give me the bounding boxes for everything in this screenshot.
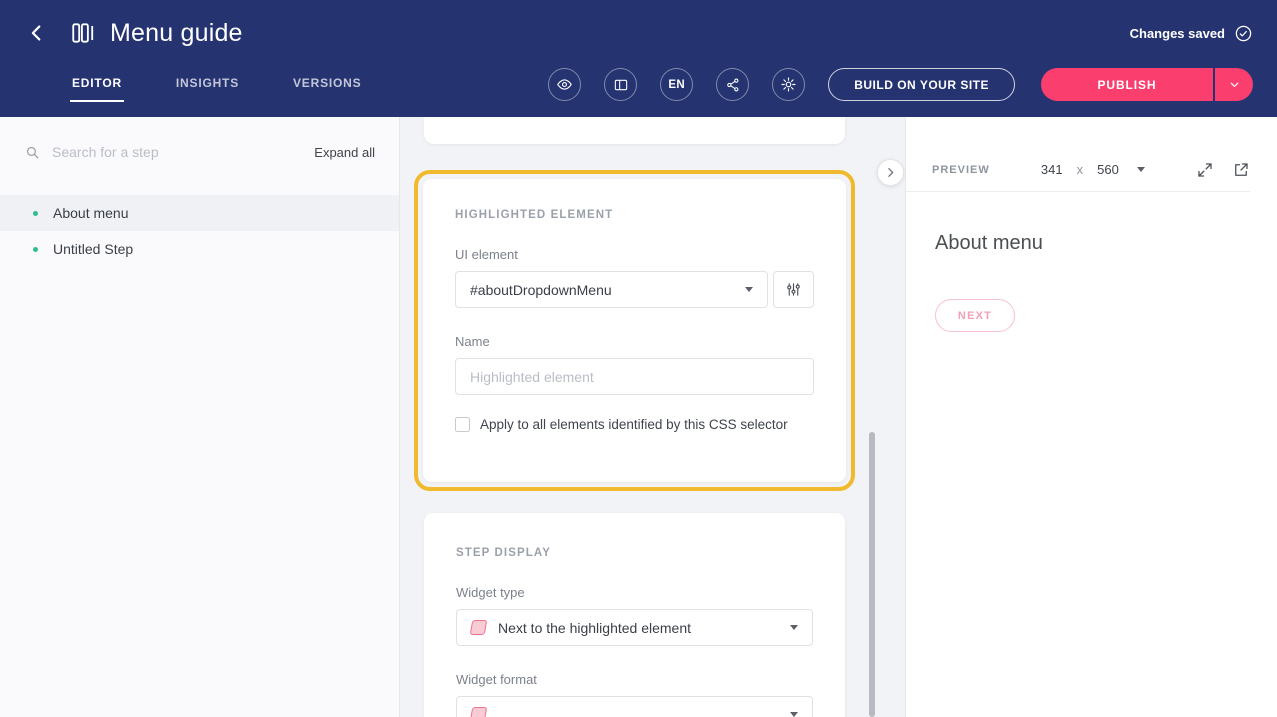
chevron-down-icon <box>790 712 798 717</box>
tab-versions[interactable]: VERSIONS <box>291 68 363 102</box>
layout-icon <box>613 77 629 93</box>
widget-type-label: Widget type <box>456 585 813 600</box>
header-toolbar-row: EDITOR INSIGHTS VERSIONS EN <box>0 52 1277 117</box>
step-item-about-menu[interactable]: About menu <box>0 195 399 231</box>
chevron-down-icon <box>1137 167 1145 172</box>
back-button[interactable] <box>24 20 50 46</box>
apply-all-label: Apply to all elements identified by this… <box>480 417 788 432</box>
step-list: About menu Untitled Step <box>0 195 399 267</box>
ui-element-value: #aboutDropdownMenu <box>470 282 733 298</box>
top-header: Menu guide Changes saved EDITOR INSIGHTS… <box>0 0 1277 117</box>
header-icon-buttons: EN <box>548 68 805 101</box>
language-button[interactable]: EN <box>660 68 693 101</box>
chevron-down-icon <box>745 287 753 292</box>
changes-saved-status: Changes saved <box>1130 24 1253 43</box>
guide-type-icon <box>70 20 96 46</box>
apply-all-row: Apply to all elements identified by this… <box>455 417 814 432</box>
expand-all-link[interactable]: Expand all <box>314 145 375 160</box>
step-display-card: STEP DISPLAY Widget type Next to the hig… <box>424 513 845 717</box>
apply-all-checkbox[interactable] <box>455 417 470 432</box>
preview-toolbar: PREVIEW 341 x 560 <box>906 148 1250 192</box>
check-circle-icon <box>1234 24 1253 43</box>
step-item-untitled[interactable]: Untitled Step <box>0 231 399 267</box>
publish-dropdown-button[interactable] <box>1215 68 1253 101</box>
preview-size-selector[interactable]: 341 x 560 <box>1041 162 1145 177</box>
chevron-down-icon <box>790 625 798 630</box>
header-tabs: EDITOR INSIGHTS VERSIONS <box>70 68 363 102</box>
preview-toolbar-icons <box>1196 161 1250 179</box>
preview-height: 560 <box>1097 162 1119 177</box>
settings-button[interactable] <box>772 68 805 101</box>
gear-icon <box>780 76 797 93</box>
chevron-right-icon <box>884 166 897 179</box>
step-search-input[interactable] <box>52 144 303 160</box>
page-title: Menu guide <box>110 19 243 48</box>
next-button[interactable]: NEXT <box>935 299 1015 332</box>
open-in-new-tab-button[interactable] <box>1232 161 1250 179</box>
preview-step-title: About menu <box>935 232 1043 255</box>
tab-editor[interactable]: EDITOR <box>70 68 124 102</box>
widget-type-value: Next to the highlighted element <box>498 620 778 636</box>
app-root: Menu guide Changes saved EDITOR INSIGHTS… <box>0 0 1277 717</box>
search-icon <box>24 144 41 161</box>
chevron-left-icon <box>26 22 48 44</box>
name-input[interactable] <box>455 358 814 395</box>
tab-insights[interactable]: INSIGHTS <box>174 68 241 102</box>
previous-card-partial <box>424 117 845 144</box>
preview-width: 341 <box>1041 162 1063 177</box>
widget-type-icon <box>470 620 488 635</box>
publish-split-button: PUBLISH <box>1041 68 1253 101</box>
widget-format-icon <box>470 707 488 717</box>
section-title: HIGHLIGHTED ELEMENT <box>455 209 814 221</box>
ui-element-label: UI element <box>455 247 814 262</box>
changes-saved-label: Changes saved <box>1130 26 1225 41</box>
widget-type-select[interactable]: Next to the highlighted element <box>456 609 813 646</box>
header-title-row: Menu guide Changes saved <box>0 8 1277 58</box>
name-label: Name <box>455 334 814 349</box>
sliders-icon <box>785 281 802 298</box>
step-bullet-icon <box>33 211 38 216</box>
eye-icon <box>556 76 573 93</box>
steps-sidebar: Expand all About menu Untitled Step <box>0 117 400 717</box>
chevron-down-icon <box>1228 78 1241 91</box>
preview-eye-button[interactable] <box>548 68 581 101</box>
share-button[interactable] <box>716 68 749 101</box>
step-search-row: Expand all <box>0 117 399 187</box>
expand-icon <box>1196 161 1214 179</box>
editor-scrollbar[interactable] <box>869 432 875 717</box>
preview-label: PREVIEW <box>932 164 990 176</box>
step-editor-column: HIGHLIGHTED ELEMENT UI element #aboutDro… <box>400 117 905 717</box>
share-icon <box>725 77 741 93</box>
section-title: STEP DISPLAY <box>456 547 813 559</box>
highlighted-element-ring: HIGHLIGHTED ELEMENT UI element #aboutDro… <box>414 170 855 491</box>
external-link-icon <box>1232 161 1250 179</box>
step-bullet-icon <box>33 247 38 252</box>
fullscreen-button[interactable] <box>1196 161 1214 179</box>
highlighted-element-card: HIGHLIGHTED ELEMENT UI element #aboutDro… <box>423 179 846 482</box>
build-on-your-site-button[interactable]: BUILD ON YOUR SITE <box>828 68 1015 101</box>
publish-button[interactable]: PUBLISH <box>1041 68 1213 101</box>
size-separator: x <box>1077 162 1084 177</box>
collapse-preview-button[interactable] <box>877 159 904 186</box>
preview-panel: PREVIEW 341 x 560 About menu NEXT <box>905 117 1277 717</box>
widget-format-select[interactable] <box>456 696 813 717</box>
selector-settings-button[interactable] <box>773 271 814 308</box>
widget-format-label: Widget format <box>456 672 813 687</box>
step-item-label: Untitled Step <box>53 241 133 257</box>
step-item-label: About menu <box>53 205 129 221</box>
layout-button[interactable] <box>604 68 637 101</box>
ui-element-select[interactable]: #aboutDropdownMenu <box>455 271 768 308</box>
